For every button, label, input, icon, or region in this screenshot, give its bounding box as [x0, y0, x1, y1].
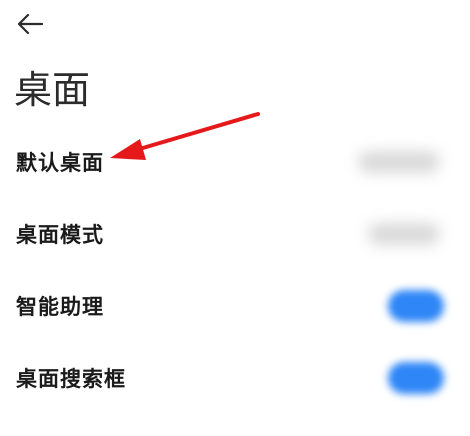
setting-row-desktop-mode[interactable]: 桌面模式	[0, 198, 470, 270]
setting-label: 桌面搜索框	[16, 367, 126, 391]
arrow-left-icon	[17, 13, 44, 35]
settings-list: 默认桌面 桌面模式 智能助理 桌面搜索框	[0, 126, 470, 414]
back-button[interactable]	[12, 6, 48, 42]
setting-label: 桌面模式	[16, 223, 104, 247]
setting-label: 智能助理	[16, 295, 104, 319]
desktop-search-box-toggle[interactable]	[388, 362, 444, 394]
setting-row-default-desktop[interactable]: 默认桌面	[0, 126, 470, 198]
setting-value-blurred	[368, 223, 440, 245]
desktop-settings-screen: 桌面 默认桌面 桌面模式 智能助理 桌面搜索框	[0, 0, 470, 436]
setting-row-smart-assistant[interactable]: 智能助理	[0, 270, 470, 342]
setting-value-blurred	[358, 151, 440, 173]
page-title: 桌面	[14, 68, 91, 112]
setting-label: 默认桌面	[16, 151, 104, 175]
smart-assistant-toggle[interactable]	[388, 290, 444, 322]
setting-row-desktop-search-box[interactable]: 桌面搜索框	[0, 342, 470, 414]
